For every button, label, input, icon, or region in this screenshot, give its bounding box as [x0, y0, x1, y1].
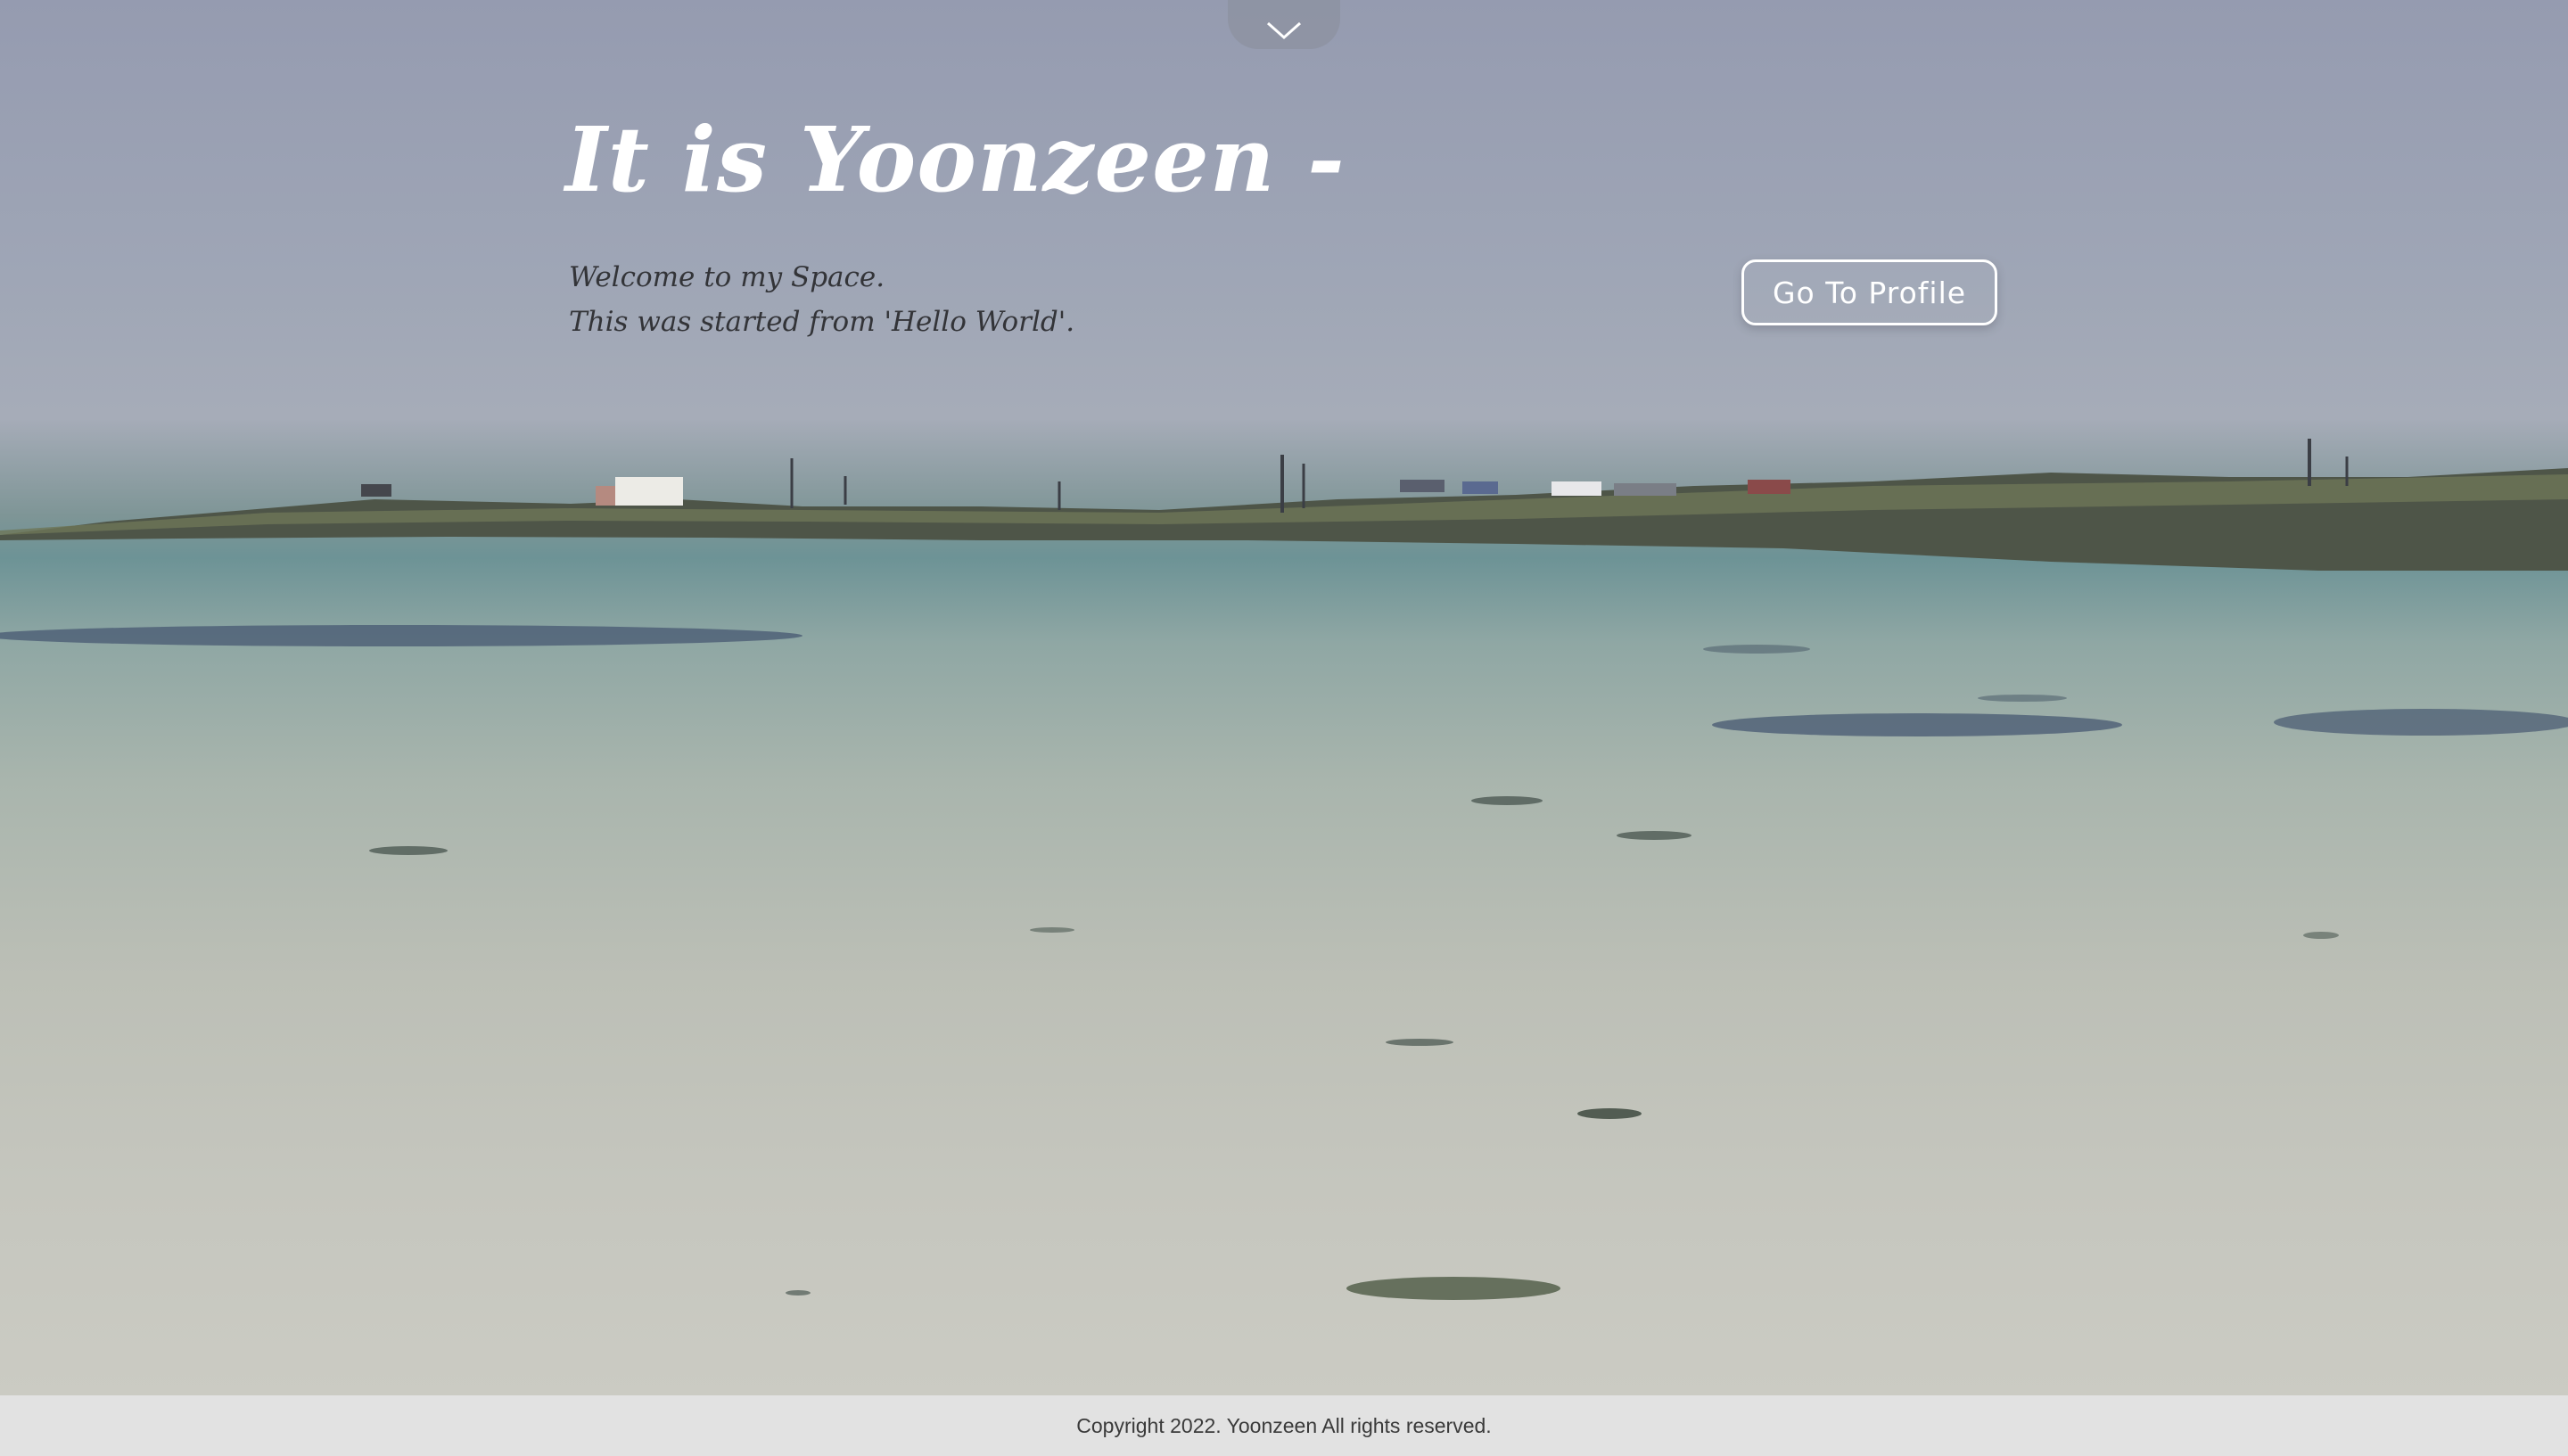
page-title: It is Yoonzeen - [565, 107, 1346, 212]
started-line: This was started from 'Hello World'. [569, 306, 1075, 338]
copyright-text: Copyright 2022. Yoonzeen All rights rese… [1076, 1413, 1492, 1437]
welcome-line: Welcome to my Space. [569, 261, 885, 293]
go-to-profile-button[interactable]: Go To Profile [1741, 259, 1997, 325]
hero-section: It is Yoonzeen - Welcome to my Space. Th… [0, 0, 2568, 1395]
scroll-down-tab[interactable] [1228, 0, 1340, 49]
footer: Copyright 2022. Yoonzeen All rights rese… [0, 1395, 2568, 1456]
welcome-text: Welcome to my Space. This was started fr… [569, 255, 1074, 344]
chevron-down-icon [1267, 21, 1301, 40]
